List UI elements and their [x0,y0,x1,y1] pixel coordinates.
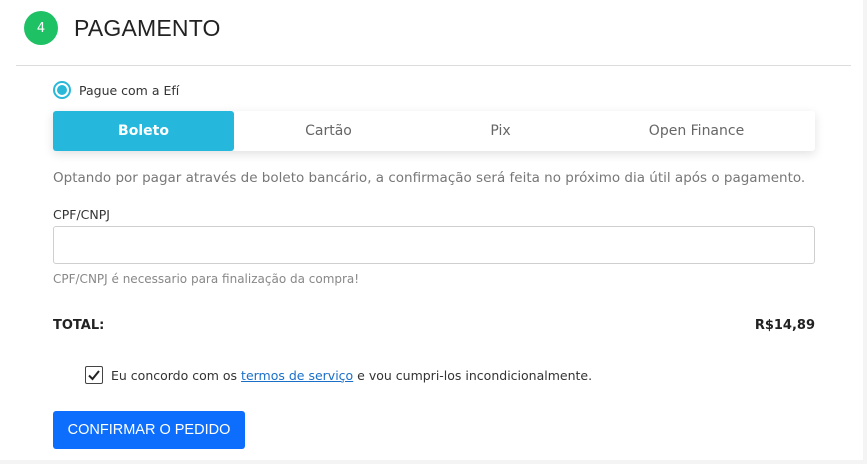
radio-selected-dot [57,85,67,95]
page-title: PAGAMENTO [74,14,221,41]
cpf-input[interactable] [53,226,815,264]
boleto-info-text: Optando por pagar através de boleto banc… [53,170,806,186]
tab-boleto[interactable]: Boleto [53,111,234,151]
total-label: TOTAL: [53,318,105,333]
cpf-help-text: CPF/CNPJ é necessario para finalização d… [53,272,360,286]
terms-checkbox[interactable] [85,366,103,384]
radio-button[interactable] [53,81,71,99]
terms-of-service-link[interactable]: termos de serviço [241,368,353,383]
payment-method-tabs: Boleto Cartão Pix Open Finance [53,111,815,151]
tab-cartao[interactable]: Cartão [234,111,423,151]
terms-prefix: Eu concordo com os [111,367,242,383]
payment-option-efi[interactable]: Pague com a Efí [53,81,179,99]
total-row: TOTAL: R$14,89 [53,318,815,333]
header-divider [16,65,851,66]
checkmark-icon [88,370,100,381]
step-header: 4 PAGAMENTO [24,10,221,46]
cpf-label: CPF/CNPJ [53,207,110,222]
payment-card: 4 PAGAMENTO Pague com a Efí Boleto Cartã… [0,0,863,460]
payment-option-label: Pague com a Efí [79,82,180,98]
tab-pix[interactable]: Pix [423,111,578,151]
terms-agreement: Eu concordo com os termos de serviço e v… [85,366,592,384]
tab-open-finance[interactable]: Open Finance [578,111,815,151]
terms-suffix: e vou cumpri-los incondicionalmente. [353,367,593,383]
step-number-badge: 4 [24,11,58,45]
terms-text: Eu concordo com os termos de serviço e v… [111,368,592,383]
confirm-order-button[interactable]: CONFIRMAR O PEDIDO [53,411,245,449]
total-value: R$14,89 [754,318,815,333]
